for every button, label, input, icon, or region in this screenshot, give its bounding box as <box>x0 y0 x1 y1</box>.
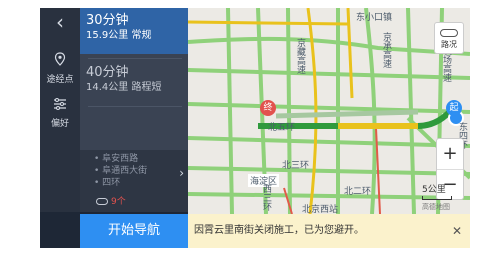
map-label: 北五环 <box>268 123 296 133</box>
route-detail: 14.4公里 路程短 <box>86 82 162 93</box>
preferences-label: 偏好 <box>50 119 69 129</box>
map-scale: 5公里 <box>422 182 452 200</box>
divider <box>88 106 182 107</box>
scale-label: 5公里 <box>422 185 446 195</box>
traffic-icon <box>440 29 458 37</box>
congestion-line <box>346 8 354 99</box>
route-option[interactable]: 40分钟 14.4公里 路程短 <box>80 62 188 102</box>
back-icon: ‹ <box>56 10 64 34</box>
route-roads-summary[interactable]: 阜安西路 阜通西大街 四环 9个 › <box>80 150 188 212</box>
back-button[interactable]: ‹ <box>40 10 80 36</box>
traffic-light-count: 9个 <box>96 194 126 207</box>
road-notice-bar: 因霄云里南街关闭施工，已为您避开。 ✕ <box>188 214 470 248</box>
notice-text: 因霄云里南街关闭施工，已为您避开。 <box>194 225 364 236</box>
traffic-light-icon <box>96 198 108 205</box>
map-label: 西三环 <box>261 184 271 211</box>
chevron-right-icon: › <box>179 166 184 180</box>
end-marker: 终 <box>260 100 276 116</box>
route-preferences-button[interactable]: 偏好 <box>40 94 80 134</box>
preferences-icon <box>54 98 66 110</box>
map-logo: 高德地图 <box>422 203 450 211</box>
start-marker: 起 <box>446 100 462 116</box>
scale-bar <box>422 196 452 200</box>
map-view[interactable]: 起 终 东小口镇 京承高速 京藏高速 北五环 北三环 北二环 海淀区 西三环 东… <box>188 8 470 214</box>
map-label: 北三环 <box>282 161 310 171</box>
location-pin-icon <box>54 52 66 66</box>
divider <box>88 58 182 59</box>
road-item: 四环 <box>94 177 188 189</box>
waypoint-label: 途经点 <box>46 75 74 85</box>
route-detail: 15.9公里 常规 <box>86 30 152 41</box>
map-label: 京承高速 <box>381 32 391 68</box>
road-item: 阜通西大街 <box>94 165 188 177</box>
road-item: 阜安西路 <box>94 153 188 165</box>
route-alt-line <box>275 109 419 119</box>
start-navigation-button[interactable]: 开始导航 <box>80 214 188 248</box>
route-option-selected[interactable]: 30分钟 15.9公里 常规 <box>80 8 188 54</box>
traffic-label: 路况 <box>441 40 457 49</box>
traffic-toggle-button[interactable]: 路况 <box>434 22 464 54</box>
traffic-light-count-value: 9个 <box>111 197 126 207</box>
map-label: 京藏高速 <box>295 38 305 74</box>
map-label: 北二环 <box>344 187 372 197</box>
close-icon[interactable]: ✕ <box>452 214 462 248</box>
add-waypoint-button[interactable]: 途经点 <box>40 48 80 88</box>
zoom-in-button[interactable]: + <box>437 139 463 169</box>
congestion-line <box>188 20 349 26</box>
left-rail: ‹ 途经点 偏好 <box>40 8 80 212</box>
route-time: 30分钟 <box>86 13 129 28</box>
map-label: 东小口镇 <box>356 13 393 23</box>
route-time: 40分钟 <box>86 65 129 80</box>
map-label: 北京西站 <box>302 205 339 214</box>
navigation-screen: ‹ 途经点 偏好 30分钟 15.9公里 常规 40分钟 14.4公里 路程短 … <box>40 8 470 248</box>
road-line <box>286 8 292 214</box>
